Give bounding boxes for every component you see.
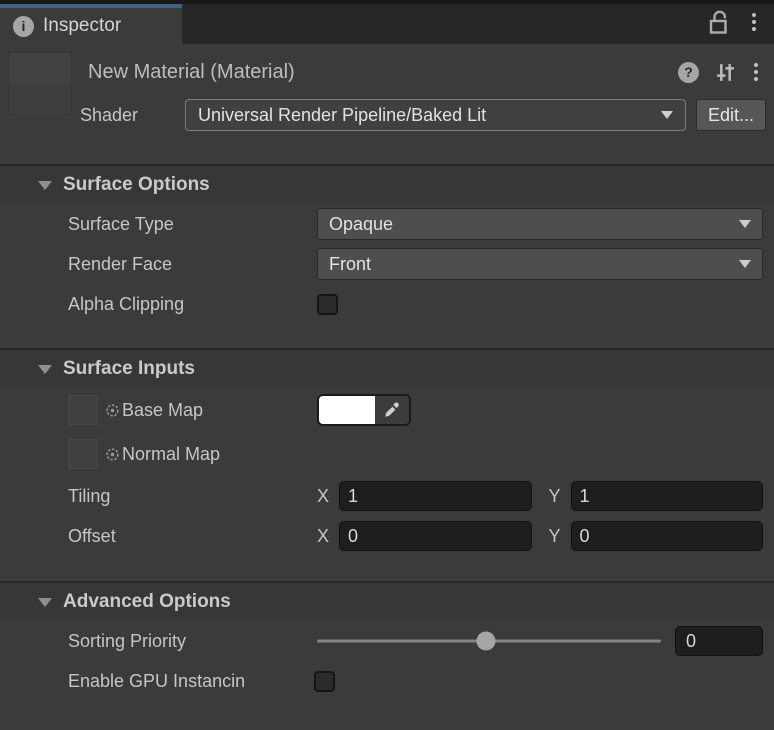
normal-map-row: Normal Map [0,432,774,476]
alpha-clipping-label: Alpha Clipping [68,294,317,315]
render-face-dropdown[interactable]: Front [317,248,763,280]
object-picker-icon[interactable] [105,403,120,418]
gpu-instancing-row: Enable GPU Instancin [0,661,774,701]
inspector-panel: i Inspector New Material (Material) ? [0,0,774,730]
sorting-priority-input[interactable] [675,626,763,656]
presets-icon[interactable] [714,61,737,84]
shader-label: Shader [80,105,185,126]
render-face-label: Render Face [68,254,317,275]
sorting-priority-label: Sorting Priority [68,631,317,652]
tiling-y-label: Y [549,486,563,507]
tiling-y-input[interactable] [571,481,764,511]
tab-bar: i Inspector [0,0,774,44]
offset-y-input[interactable] [571,521,764,551]
advanced-options-header[interactable]: Advanced Options [0,583,774,621]
foldout-triangle-icon [38,598,52,607]
material-menu-kebab-icon[interactable] [752,61,760,83]
shader-dropdown[interactable]: Universal Render Pipeline/Baked Lit [185,99,686,131]
surface-type-value: Opaque [329,214,731,235]
object-picker-icon[interactable] [105,447,120,462]
advanced-options-title: Advanced Options [63,591,231,613]
chevron-down-icon [739,260,751,268]
surface-type-row: Surface Type Opaque [0,204,774,244]
offset-x-label: X [317,526,331,547]
surface-inputs-title: Surface Inputs [63,358,195,380]
tab-inspector[interactable]: i Inspector [0,4,182,44]
offset-y-label: Y [549,526,563,547]
alpha-clipping-row: Alpha Clipping [0,284,774,324]
foldout-triangle-icon [38,181,52,190]
material-header: New Material (Material) ? Shader Univers… [0,44,774,164]
unlock-icon[interactable] [707,9,730,36]
base-map-color-field[interactable] [317,394,411,426]
render-face-value: Front [329,254,731,275]
help-icon[interactable]: ? [678,62,699,83]
base-map-color-swatch[interactable] [319,396,375,424]
section-surface-options: Surface Options Surface Type Opaque Rend… [0,164,774,348]
eyedropper-icon[interactable] [375,396,409,424]
slider-thumb[interactable] [476,632,495,651]
chevron-down-icon [661,111,673,119]
surface-options-title: Surface Options [63,174,210,196]
base-map-label: Base Map [122,400,203,421]
material-title: New Material (Material) [88,61,295,84]
offset-label: Offset [68,526,317,547]
section-surface-inputs: Surface Inputs Base Map [0,348,774,581]
foldout-triangle-icon [38,365,52,374]
offset-x-input[interactable] [339,521,532,551]
sorting-priority-row: Sorting Priority [0,621,774,661]
tab-menu-kebab-icon[interactable] [750,11,758,33]
shader-dropdown-value: Universal Render Pipeline/Baked Lit [198,105,653,126]
surface-type-dropdown[interactable]: Opaque [317,208,763,240]
chevron-down-icon [739,220,751,228]
normal-map-texture-slot[interactable] [68,439,98,469]
base-map-texture-slot[interactable] [68,395,98,425]
normal-map-label: Normal Map [122,444,220,465]
tiling-x-input[interactable] [339,481,532,511]
offset-row: Offset X Y [0,516,774,556]
tiling-x-label: X [317,486,331,507]
edit-shader-button[interactable]: Edit... [696,99,766,131]
tiling-row: Tiling X Y [0,476,774,516]
tab-inspector-label: Inspector [43,15,121,37]
gpu-instancing-label: Enable GPU Instancin [68,671,317,692]
sorting-priority-slider[interactable] [317,626,661,656]
gpu-instancing-checkbox[interactable] [314,671,335,692]
surface-inputs-header[interactable]: Surface Inputs [0,350,774,388]
surface-type-label: Surface Type [68,214,317,235]
material-preview-thumbnail[interactable] [8,52,72,116]
surface-options-header[interactable]: Surface Options [0,166,774,204]
info-icon: i [13,16,34,37]
render-face-row: Render Face Front [0,244,774,284]
base-map-row: Base Map [0,388,774,432]
alpha-clipping-checkbox[interactable] [317,294,338,315]
tiling-label: Tiling [68,486,317,507]
section-advanced-options: Advanced Options Sorting Priority Enable… [0,581,774,701]
